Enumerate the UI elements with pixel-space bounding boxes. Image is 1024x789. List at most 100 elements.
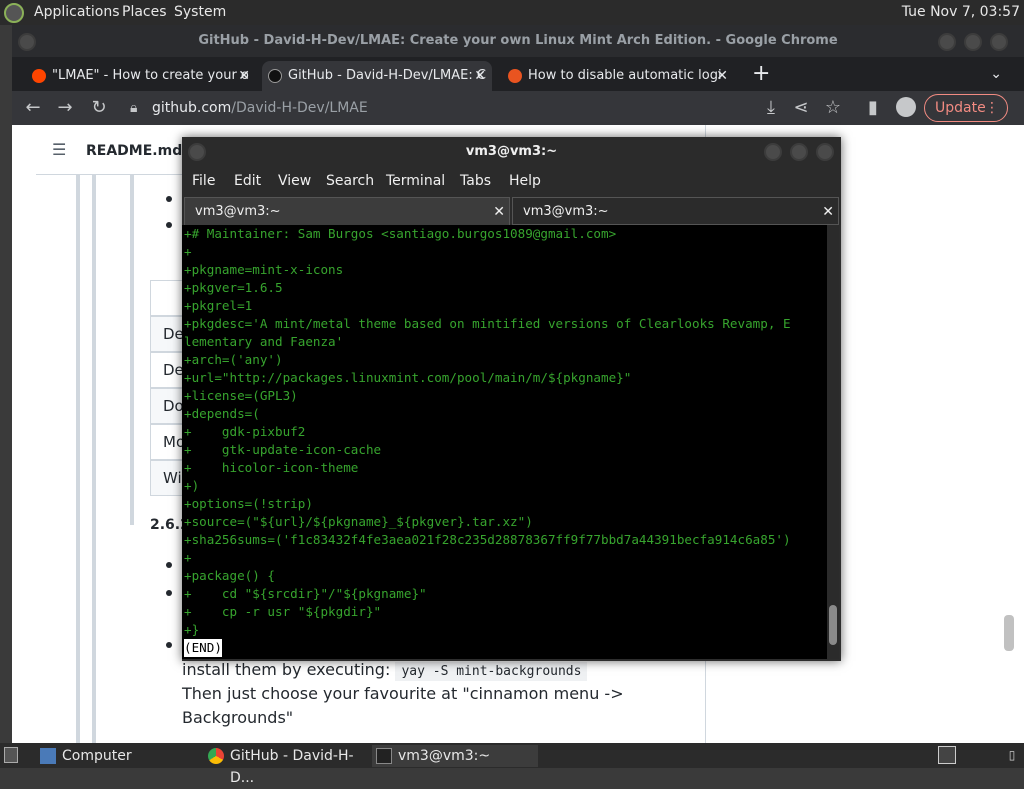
applications-menu[interactable]: Applications xyxy=(34,4,120,20)
terminal-output[interactable]: +# Maintainer: Sam Burgos <santiago.burg… xyxy=(182,225,827,659)
url-path: /David-H-Dev/LMAE xyxy=(231,100,368,116)
tab-strip: "LMAE" - How to create your o ✕ GitHub -… xyxy=(12,57,1024,91)
menu-edit[interactable]: Edit xyxy=(234,173,261,189)
tab-lmae-reddit[interactable]: "LMAE" - How to create your o ✕ xyxy=(26,61,256,91)
terminal-line: +pkgname=mint-x-icons xyxy=(184,262,344,277)
reload-icon[interactable]: ↻ xyxy=(88,97,110,118)
minimize-icon[interactable] xyxy=(938,33,956,51)
terminal-line: + cp -r usr "${pkgdir}" xyxy=(184,604,382,619)
bottom-taskbar: Computer GitHub - David-H-D... vm3@vm3:~… xyxy=(0,743,1024,786)
maximize-icon[interactable] xyxy=(790,143,808,161)
kebab-menu-icon[interactable]: ⋮ xyxy=(985,95,999,121)
tab-close-icon[interactable]: ✕ xyxy=(474,61,486,91)
tab-search-chevron-icon[interactable]: ⌄ xyxy=(990,57,1002,91)
terminal-line: +# Maintainer: Sam Burgos <santiago.burg… xyxy=(184,226,617,241)
menu-view[interactable]: View xyxy=(278,173,311,189)
trash-icon[interactable]: ▯ xyxy=(1002,743,1022,768)
tab-askubuntu[interactable]: How to disable automatic logi ✕ xyxy=(502,61,734,91)
minimize-icon[interactable] xyxy=(764,143,782,161)
terminal-tab-label: vm3@vm3:~ xyxy=(195,204,281,219)
terminal-line: +depends=( xyxy=(184,406,260,421)
terminal-tab-2[interactable]: vm3@vm3:~ ✕ xyxy=(512,197,839,225)
tab-close-icon[interactable]: ✕ xyxy=(238,61,250,91)
list-bullet xyxy=(166,562,172,568)
menu-file[interactable]: File xyxy=(192,173,215,189)
lock-icon[interactable]: 🔒︎ xyxy=(130,94,137,122)
close-icon[interactable] xyxy=(990,33,1008,51)
tab-close-icon[interactable]: ✕ xyxy=(493,198,505,226)
blockquote-line xyxy=(130,175,134,525)
list-indent-line xyxy=(92,175,96,743)
places-menu[interactable]: Places xyxy=(122,4,167,20)
mint-logo-icon[interactable] xyxy=(4,3,24,23)
terminal-line: +sha256sums=('f1c83432f4fe3aea021f28c235… xyxy=(184,532,791,547)
terminal-line: + xyxy=(184,244,192,259)
terminal-menubar: File Edit View Search Terminal Tabs Help xyxy=(182,167,841,197)
window-menu-icon[interactable] xyxy=(188,143,206,161)
outline-list-icon[interactable]: ☰ xyxy=(52,140,66,159)
tab-label: How to disable automatic logi xyxy=(528,68,722,83)
terminal-window: vm3@vm3:~ File Edit View Search Terminal… xyxy=(182,137,841,661)
menu-search[interactable]: Search xyxy=(326,173,374,189)
reddit-icon xyxy=(32,69,46,83)
menu-help[interactable]: Help xyxy=(509,173,541,189)
chrome-icon xyxy=(208,748,224,764)
chrome-window-title: GitHub - David-H-Dev/LMAE: Create your o… xyxy=(12,25,1024,57)
taskbar-terminal[interactable]: vm3@vm3:~ xyxy=(372,745,538,767)
pager-end-marker: (END) xyxy=(184,639,222,657)
tab-label: GitHub - David-H-Dev/LMAE: C xyxy=(288,68,486,83)
backgrounds-text: Backgrounds" xyxy=(182,708,294,727)
taskbar-chrome[interactable]: GitHub - David-H-D... xyxy=(204,745,368,786)
computer-icon xyxy=(40,748,56,764)
maximize-icon[interactable] xyxy=(964,33,982,51)
terminal-scrollbar-thumb[interactable] xyxy=(829,605,837,645)
install-text: install them by executing: xyxy=(182,660,391,679)
browser-toolbar: ← → ↻ 🔒︎ github.com/David-H-Dev/LMAE ⤓ ⋖… xyxy=(12,91,1024,125)
terminal-line: +pkgver=1.6.5 xyxy=(184,280,283,295)
terminal-tab-1[interactable]: vm3@vm3:~ ✕ xyxy=(184,197,510,225)
close-icon[interactable] xyxy=(816,143,834,161)
taskbar-computer[interactable]: Computer xyxy=(36,745,196,767)
back-arrow-icon[interactable]: ← xyxy=(22,97,44,118)
terminal-line: + hicolor-icon-theme xyxy=(184,460,359,475)
workspace-switcher-icon[interactable] xyxy=(938,746,956,764)
install-code: yay -S mint-backgrounds xyxy=(395,662,588,681)
show-desktop-icon[interactable] xyxy=(4,747,18,763)
update-label: Update xyxy=(935,100,986,116)
update-button[interactable]: Update ⋮ xyxy=(924,94,1008,122)
terminal-line: +package() { xyxy=(184,568,275,583)
tab-close-icon[interactable]: ✕ xyxy=(822,198,834,226)
address-bar[interactable]: 🔒︎ github.com/David-H-Dev/LMAE xyxy=(120,94,800,122)
side-panel-icon[interactable]: ▮ xyxy=(862,97,884,118)
terminal-line: +license=(GPL3) xyxy=(184,388,298,403)
new-tab-button[interactable]: + xyxy=(752,57,770,91)
terminal-lines: +# Maintainer: Sam Burgos <santiago.burg… xyxy=(184,225,827,639)
system-menu[interactable]: System xyxy=(174,4,226,20)
terminal-title: vm3@vm3:~ xyxy=(182,137,841,167)
page-scrollbar-thumb[interactable] xyxy=(1004,615,1014,651)
terminal-line: +source=("${url}/${pkgname}_${pkgver}.ta… xyxy=(184,514,533,529)
terminal-scrollbar[interactable] xyxy=(827,225,839,659)
choose-text: Then just choose your favourite at "cinn… xyxy=(182,684,624,703)
top-panel: Applications Places System Tue Nov 7, 03… xyxy=(0,0,1024,25)
tab-close-icon[interactable]: ✕ xyxy=(716,61,728,91)
taskbar-label: vm3@vm3:~ xyxy=(398,748,491,764)
tab-github-lmae[interactable]: GitHub - David-H-Dev/LMAE: C ✕ xyxy=(262,61,492,91)
taskbar-label: Computer xyxy=(62,748,132,764)
clock[interactable]: Tue Nov 7, 03:57 xyxy=(902,4,1020,20)
menu-tabs[interactable]: Tabs xyxy=(460,173,491,189)
taskbar-label: GitHub - David-H-D... xyxy=(230,748,354,786)
menu-terminal[interactable]: Terminal xyxy=(386,173,445,189)
terminal-line: +url="http://packages.linuxmint.com/pool… xyxy=(184,370,632,385)
bookmark-star-icon[interactable]: ☆ xyxy=(822,97,844,118)
install-icon[interactable]: ⤓ xyxy=(760,97,782,118)
terminal-tab-label: vm3@vm3:~ xyxy=(523,204,609,219)
readme-title: README.md xyxy=(86,143,183,159)
profile-avatar[interactable] xyxy=(896,97,916,117)
terminal-tabs: vm3@vm3:~ ✕ vm3@vm3:~ ✕ xyxy=(182,197,841,225)
window-menu-icon[interactable] xyxy=(18,33,36,51)
list-bullet xyxy=(166,222,172,228)
terminal-icon xyxy=(376,748,392,764)
forward-arrow-icon[interactable]: → xyxy=(54,97,76,118)
share-icon[interactable]: ⋖ xyxy=(790,97,812,118)
